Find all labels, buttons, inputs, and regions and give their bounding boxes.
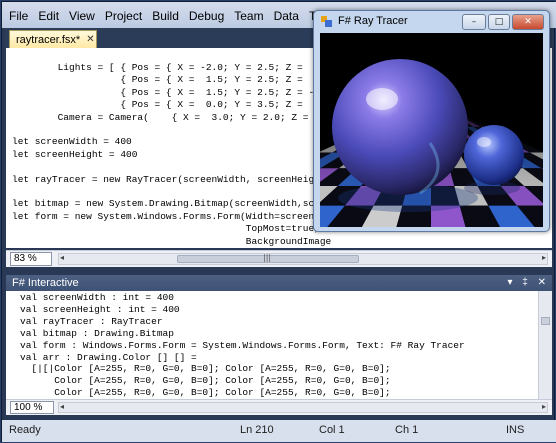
interactive-vertical-scrollbar[interactable] <box>538 291 552 399</box>
close-tab-icon[interactable]: ✕ <box>86 34 94 45</box>
code-line: let rayTracer = new RayTracer(screenWidt… <box>12 173 332 185</box>
scroll-left-icon[interactable]: ◂ <box>60 253 64 262</box>
code-line: TopMost=true, Vi <box>12 223 337 235</box>
pane-splitter[interactable] <box>5 268 553 275</box>
dropdown-icon[interactable]: ▾ <box>507 277 512 288</box>
form-icon <box>321 16 332 27</box>
code-line: Lights = [ { Pos = { X = -2.0; Y = 2.5; … <box>12 62 349 73</box>
editor-status-strip: 83 % ◂ ||| ▸ <box>6 250 552 267</box>
code-line: Camera = Camera( { X = 3.0; Y = 2.0; Z =… <box>12 111 349 123</box>
maximize-button[interactable]: □ <box>488 14 510 30</box>
panel-buttons: ▾ ‡ ✕ <box>500 275 546 291</box>
code-line: { Pos = { X = 1.5; Y = 2.5; Z = 1.5 }; <box>12 74 349 86</box>
menu-build[interactable]: Build <box>147 7 184 25</box>
output-line: val screenHeight : int = 400 <box>20 303 180 315</box>
scrollbar-thumb[interactable]: ||| <box>177 253 359 263</box>
status-insert-mode: INS <box>506 424 525 436</box>
output-line: Color [A=255, R=0, G=0, B=0]; Color [A=2… <box>20 387 391 399</box>
close-button[interactable]: ✕ <box>512 14 544 30</box>
menu-debug[interactable]: Debug <box>184 7 229 25</box>
panel-title: F# Interactive <box>12 277 79 289</box>
scroll-right-icon[interactable]: ▸ <box>542 253 546 262</box>
status-bar: Ready Ln 210 Col 1 Ch 1 INS <box>2 420 556 442</box>
menu-edit[interactable]: Edit <box>33 7 64 25</box>
output-line: val screenWidth : int = 400 <box>20 292 174 303</box>
scrollbar-thumb[interactable] <box>541 317 550 325</box>
scroll-right-icon[interactable]: ▸ <box>542 402 546 411</box>
status-line: Ln 210 <box>240 424 274 436</box>
editor-horizontal-scrollbar[interactable]: ◂ ||| ▸ <box>58 253 548 265</box>
close-icon[interactable]: ✕ <box>538 277 546 288</box>
output-line: val form : Windows.Forms.Form = System.W… <box>20 339 465 351</box>
fsharp-interactive-titlebar: F# Interactive ▾ ‡ ✕ <box>6 275 552 291</box>
code-line: let screenWidth = 400 <box>12 136 132 148</box>
fsharp-interactive-output[interactable]: val screenWidth : int = 400 val screenHei… <box>6 291 552 399</box>
status-ready: Ready <box>9 424 41 436</box>
interactive-horizontal-scrollbar[interactable]: ◂ ▸ <box>58 402 548 413</box>
editor-zoom-select[interactable]: 83 % <box>10 252 52 266</box>
ray-tracer-window[interactable]: F# Ray Tracer – □ ✕ <box>313 10 550 232</box>
status-char: Ch 1 <box>395 424 419 436</box>
menubar: File Edit View Project Build Debug Team … <box>4 7 337 25</box>
output-line: val bitmap : Drawing.Bitmap <box>20 327 174 339</box>
menu-data[interactable]: Data <box>269 7 304 25</box>
menu-view[interactable]: View <box>64 7 100 25</box>
menu-file[interactable]: File <box>4 7 33 25</box>
pin-icon[interactable]: ‡ <box>522 277 528 288</box>
ray-tracer-titlebar[interactable]: F# Ray Tracer – □ ✕ <box>314 11 549 33</box>
tab-label: raytracer.fsx* <box>16 33 81 46</box>
minimize-button[interactable]: – <box>462 14 486 30</box>
code-line: let form = new System.Windows.Forms.Form… <box>12 210 337 222</box>
grip-icon: ||| <box>263 253 272 262</box>
scroll-left-icon[interactable]: ◂ <box>60 402 64 411</box>
status-column: Col 1 <box>319 424 345 436</box>
interactive-zoom-select[interactable]: 100 % <box>10 401 54 414</box>
code-line: let bitmap = new System.Drawing.Bitmap(s… <box>12 198 337 210</box>
ray-tracer-title: F# Ray Tracer <box>338 15 408 27</box>
output-line: Color [A=255, R=0, G=0, B=0]; Color [A=2… <box>20 375 391 387</box>
menu-team[interactable]: Team <box>229 7 268 25</box>
ray-traced-render <box>320 33 543 227</box>
code-line: let screenHeight = 400 <box>12 148 138 160</box>
code-line: BackgroundImage <box>12 235 332 247</box>
menu-project[interactable]: Project <box>100 7 147 25</box>
code-line: { Pos = { X = 0.0; Y = 3.5; Z = 0.0 }; <box>12 99 349 111</box>
rendered-scene-image <box>320 33 543 227</box>
output-line: val arr : Drawing.Color [] [] = <box>20 351 197 363</box>
output-line: val rayTracer : RayTracer <box>20 315 163 327</box>
interactive-status-strip: 100 % ◂ ▸ <box>6 399 552 415</box>
code-line: { Pos = { X = 1.5; Y = 2.5; Z = -1.5 }; <box>12 86 349 98</box>
output-line: [|[|Color [A=255, R=0, G=0, B=0]; Color … <box>20 363 391 375</box>
tab-raytracer-fsx[interactable]: raytracer.fsx* ✕ <box>9 30 97 48</box>
